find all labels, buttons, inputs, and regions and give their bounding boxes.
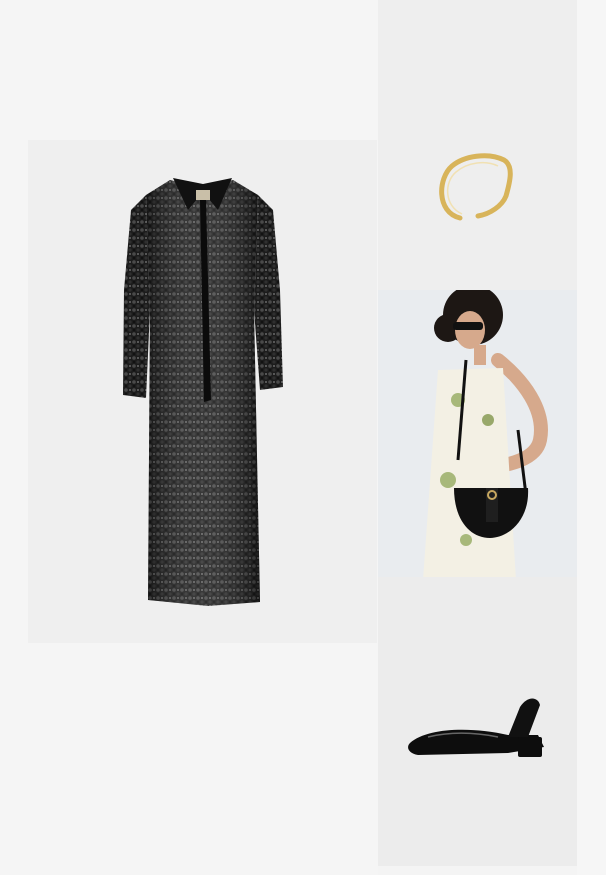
product-tile-patent-heels[interactable]: [378, 577, 577, 866]
collage-right-margin: [577, 0, 606, 875]
model-with-black-bag-image: [423, 290, 548, 577]
gold-ring-image: [439, 153, 513, 221]
black-patent-slingback-heel-image: [408, 698, 544, 757]
product-tile-model-bag[interactable]: [378, 290, 577, 577]
sequin-coat-image: [123, 178, 283, 606]
product-tile-sequin-coat[interactable]: [28, 140, 377, 643]
product-tile-gold-ring[interactable]: [378, 0, 577, 290]
